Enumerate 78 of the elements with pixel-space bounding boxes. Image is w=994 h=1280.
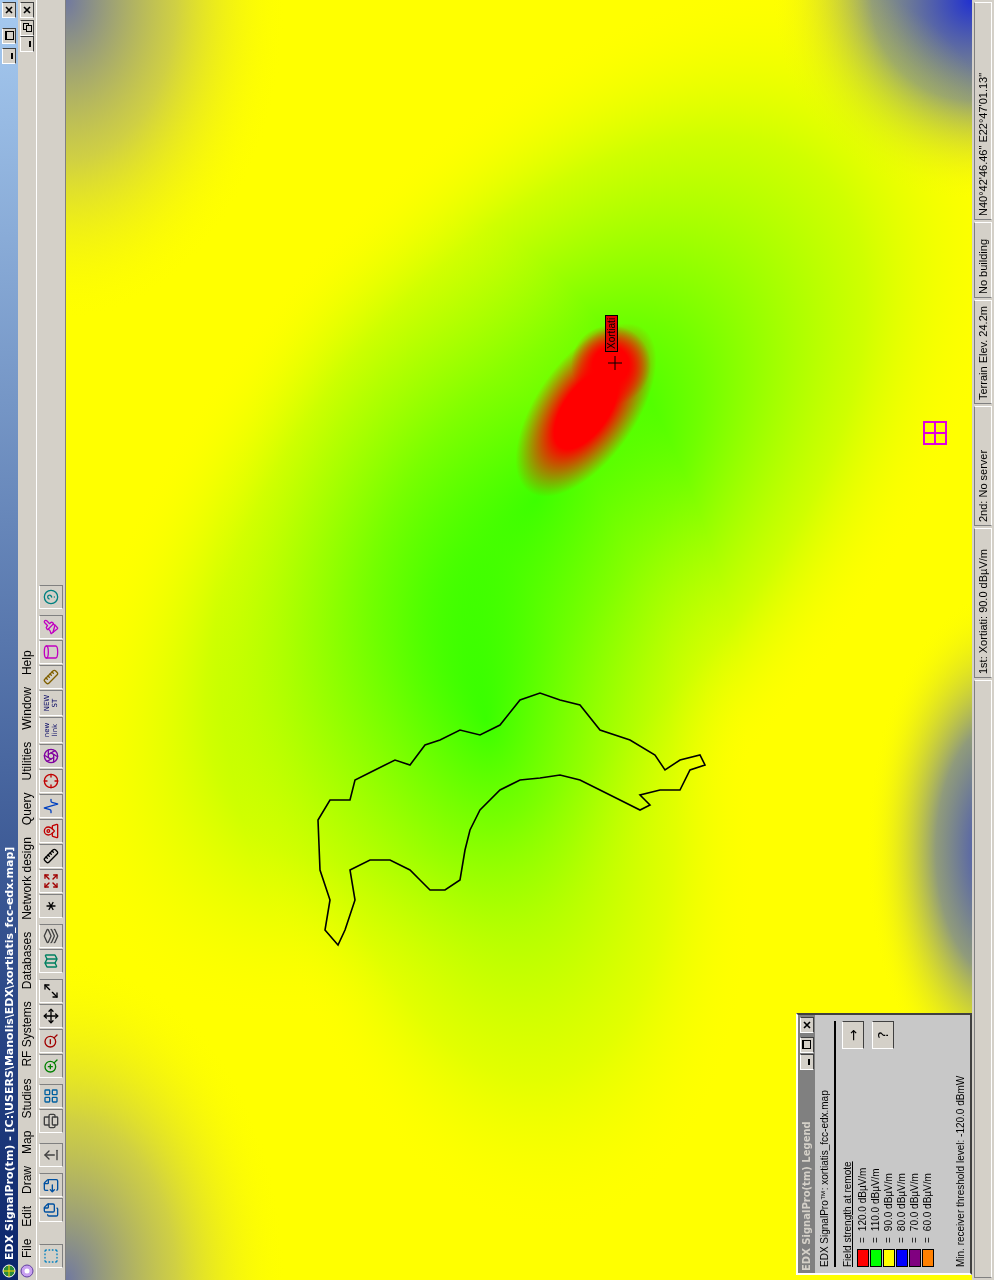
- maximize-icon: [4, 31, 14, 41]
- menu-item[interactable]: RF Systems: [20, 995, 34, 1073]
- menu-item[interactable]: Query: [20, 786, 34, 832]
- legend-subtitle: EDX SignalPro™: xortiatis_fcc-edx.map: [819, 1089, 830, 1267]
- ruler-icon[interactable]: [39, 844, 63, 868]
- close-button[interactable]: [20, 2, 34, 18]
- layers-icon[interactable]: [39, 924, 63, 948]
- document-icon: [20, 1264, 34, 1278]
- legend-button[interactable]: →: [842, 1021, 864, 1049]
- map-icon[interactable]: [39, 949, 63, 973]
- app-globe-icon: [2, 1264, 16, 1278]
- maximize-button[interactable]: [2, 28, 16, 44]
- select-area-icon[interactable]: [39, 1244, 63, 1268]
- expand-arrows-icon[interactable]: [39, 979, 63, 1003]
- level-value: 80.0 dBµV/m: [896, 1173, 907, 1232]
- close-icon: [5, 6, 13, 14]
- menu-item[interactable]: Network design: [20, 831, 34, 926]
- minimize-button[interactable]: [799, 1054, 814, 1070]
- building-icon: [923, 421, 947, 445]
- minimize-icon: [808, 1059, 810, 1065]
- menu-item[interactable]: Window: [20, 681, 34, 736]
- level-value: 110.0 dBµV/m: [870, 1168, 881, 1232]
- level-value: 90.0 dBµV/m: [883, 1173, 894, 1232]
- menu-item[interactable]: File: [20, 1232, 34, 1264]
- legend-button[interactable]: ?: [872, 1021, 894, 1049]
- status-text: N40°42'46.46" E22°47'01.13": [977, 72, 989, 216]
- status-text: 1st: Xortiati: 90.0 dBµV/m: [977, 549, 989, 674]
- menu-item[interactable]: Edit: [20, 1199, 34, 1233]
- menu-item[interactable]: Draw: [20, 1159, 34, 1200]
- equals-sign: =: [909, 1237, 920, 1243]
- equals-sign: =: [883, 1237, 894, 1243]
- equals-sign: =: [922, 1237, 933, 1243]
- close-button[interactable]: [2, 2, 16, 18]
- grid-icon[interactable]: [39, 1084, 63, 1108]
- restore-button[interactable]: [20, 20, 34, 36]
- aperture-icon[interactable]: [39, 744, 63, 768]
- menu-item[interactable]: Utilities: [20, 735, 34, 787]
- zoom-in-icon[interactable]: [39, 1054, 63, 1078]
- legend-title: EDX SignalPro(tm) Legend: [801, 1120, 812, 1271]
- minimize-button[interactable]: [20, 36, 34, 52]
- menu-item[interactable]: Map: [20, 1124, 34, 1160]
- equals-sign: =: [896, 1237, 907, 1243]
- window-title: EDX SignalPro(tm) - [C:\USERS\Manolis\EDX\xortiatis_fcc-edx.map]: [2, 845, 16, 1260]
- site-label: Xortiati: [605, 314, 618, 352]
- cylinder-icon[interactable]: [39, 640, 63, 664]
- legend-footer: Min. receiver threshold level: -120.0 dBmW: [955, 1021, 966, 1267]
- files-icon[interactable]: [39, 1198, 63, 1222]
- equals-sign: =: [857, 1237, 868, 1243]
- status-text: 2nd: No server: [977, 449, 989, 522]
- transmitter-cross-icon[interactable]: [607, 355, 623, 371]
- menu-item[interactable]: Databases: [20, 925, 34, 996]
- equals-sign: =: [870, 1237, 881, 1243]
- close-icon: [23, 6, 31, 14]
- help-icon[interactable]: [39, 585, 63, 609]
- menu-item[interactable]: Studies: [20, 1072, 34, 1125]
- status-text: Terrain Elev. 24.2m: [977, 306, 989, 400]
- minimize-icon: [28, 41, 31, 47]
- menu-item[interactable]: Help: [20, 644, 34, 682]
- maximize-button[interactable]: [799, 1037, 814, 1053]
- file-output-icon[interactable]: [39, 1173, 63, 1197]
- paintbrush-icon[interactable]: [39, 615, 63, 639]
- crosshair-icon[interactable]: [39, 769, 63, 793]
- level-value: 70.0 dBµV/m: [909, 1173, 920, 1232]
- asterisk-icon[interactable]: [39, 894, 63, 918]
- maximize-icon: [802, 1040, 811, 1050]
- minimize-icon: [10, 53, 13, 59]
- level-value: 60.0 dBµV/m: [922, 1173, 933, 1232]
- restore-icon: [22, 23, 32, 33]
- status-text: No building: [977, 238, 989, 294]
- minimize-button[interactable]: [2, 48, 16, 64]
- close-icon: [802, 1021, 811, 1029]
- level-value: 120.0 dBµV/m: [857, 1167, 868, 1232]
- zoom-out-icon[interactable]: [39, 1029, 63, 1053]
- cross-arrows-icon[interactable]: [39, 869, 63, 893]
- legend-heading: Field strength at remote: [842, 1160, 853, 1267]
- move-arrows-icon[interactable]: [39, 1004, 63, 1028]
- profile-chart-icon[interactable]: [39, 794, 63, 818]
- close-button[interactable]: [799, 1017, 814, 1033]
